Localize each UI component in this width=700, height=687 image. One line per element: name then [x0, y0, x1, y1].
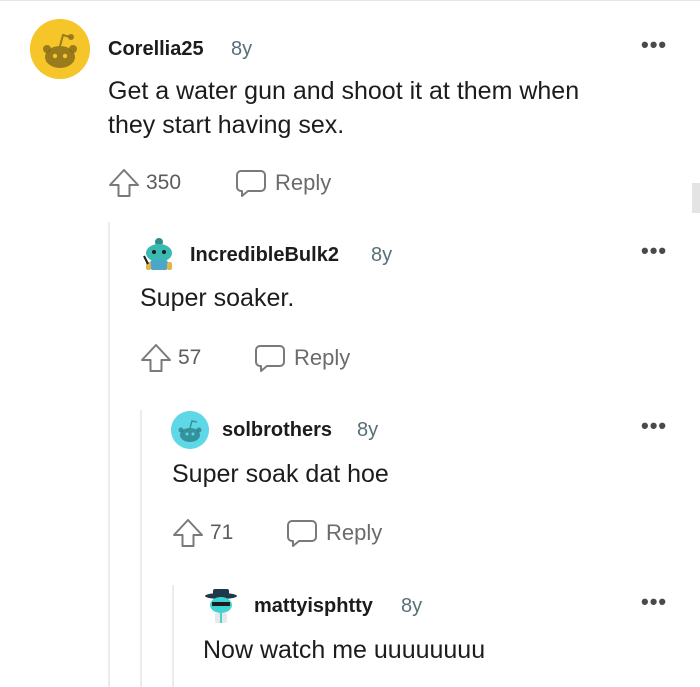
vote-count: 57: [178, 346, 202, 369]
upvote-button[interactable]: 57: [140, 343, 201, 373]
avatar[interactable]: [202, 587, 240, 625]
comment-body-line-1: Get a water gun and shoot it at them whe…: [108, 77, 580, 105]
timestamp: 8y: [371, 244, 393, 266]
reply-icon: [236, 170, 266, 197]
username[interactable]: IncredibleBulk2: [190, 244, 339, 267]
vote-count: 71: [210, 521, 234, 544]
reply-label: Reply: [275, 170, 332, 195]
more-options-icon[interactable]: •••: [641, 34, 667, 56]
timestamp: 8y: [231, 38, 253, 60]
more-options-icon[interactable]: •••: [641, 415, 667, 437]
thread-line-level-2[interactable]: [140, 410, 142, 687]
reply-icon: [255, 345, 285, 372]
upvote-icon: [109, 169, 139, 197]
avatar[interactable]: [140, 236, 178, 274]
more-options-icon[interactable]: •••: [641, 591, 667, 613]
more-options-icon[interactable]: •••: [641, 240, 667, 262]
reply-label: Reply: [326, 520, 383, 545]
thread-line-level-3[interactable]: [172, 585, 174, 687]
comment-body-line-2: they start having sex.: [108, 111, 345, 139]
avatar[interactable]: [171, 411, 209, 449]
snoo-avatar-icon: [171, 411, 209, 449]
username[interactable]: Corellia25: [108, 38, 204, 61]
upvote-icon: [173, 519, 203, 547]
timestamp: 8y: [401, 595, 423, 617]
thread-line-level-1[interactable]: [108, 222, 110, 687]
upvote-button[interactable]: 350: [108, 168, 181, 198]
avatar[interactable]: [30, 19, 90, 79]
timestamp: 8y: [357, 419, 379, 441]
comment-body-line-1: Super soak dat hoe: [172, 460, 389, 488]
reply-button[interactable]: Reply: [235, 168, 331, 198]
vote-count: 350: [146, 171, 182, 194]
upvote-icon: [141, 344, 171, 372]
snoo-avatar-icon: [30, 19, 90, 79]
upvote-button[interactable]: 71: [172, 518, 233, 548]
reply-button[interactable]: Reply: [286, 518, 382, 548]
username[interactable]: mattyisphtty: [254, 595, 373, 618]
snoo-avatar-icon: [205, 589, 237, 623]
reply-label: Reply: [294, 345, 351, 370]
reply-icon: [287, 520, 317, 547]
username[interactable]: solbrothers: [222, 419, 332, 442]
top-divider: [0, 0, 700, 1]
snoo-avatar-icon: [143, 238, 172, 270]
comment-body-line-1: Now watch me uuuuuuuu: [203, 636, 486, 664]
reply-button[interactable]: Reply: [254, 343, 350, 373]
scrollbar-thumb[interactable]: [692, 183, 700, 213]
comment-body-line-1: Super soaker.: [140, 284, 295, 312]
